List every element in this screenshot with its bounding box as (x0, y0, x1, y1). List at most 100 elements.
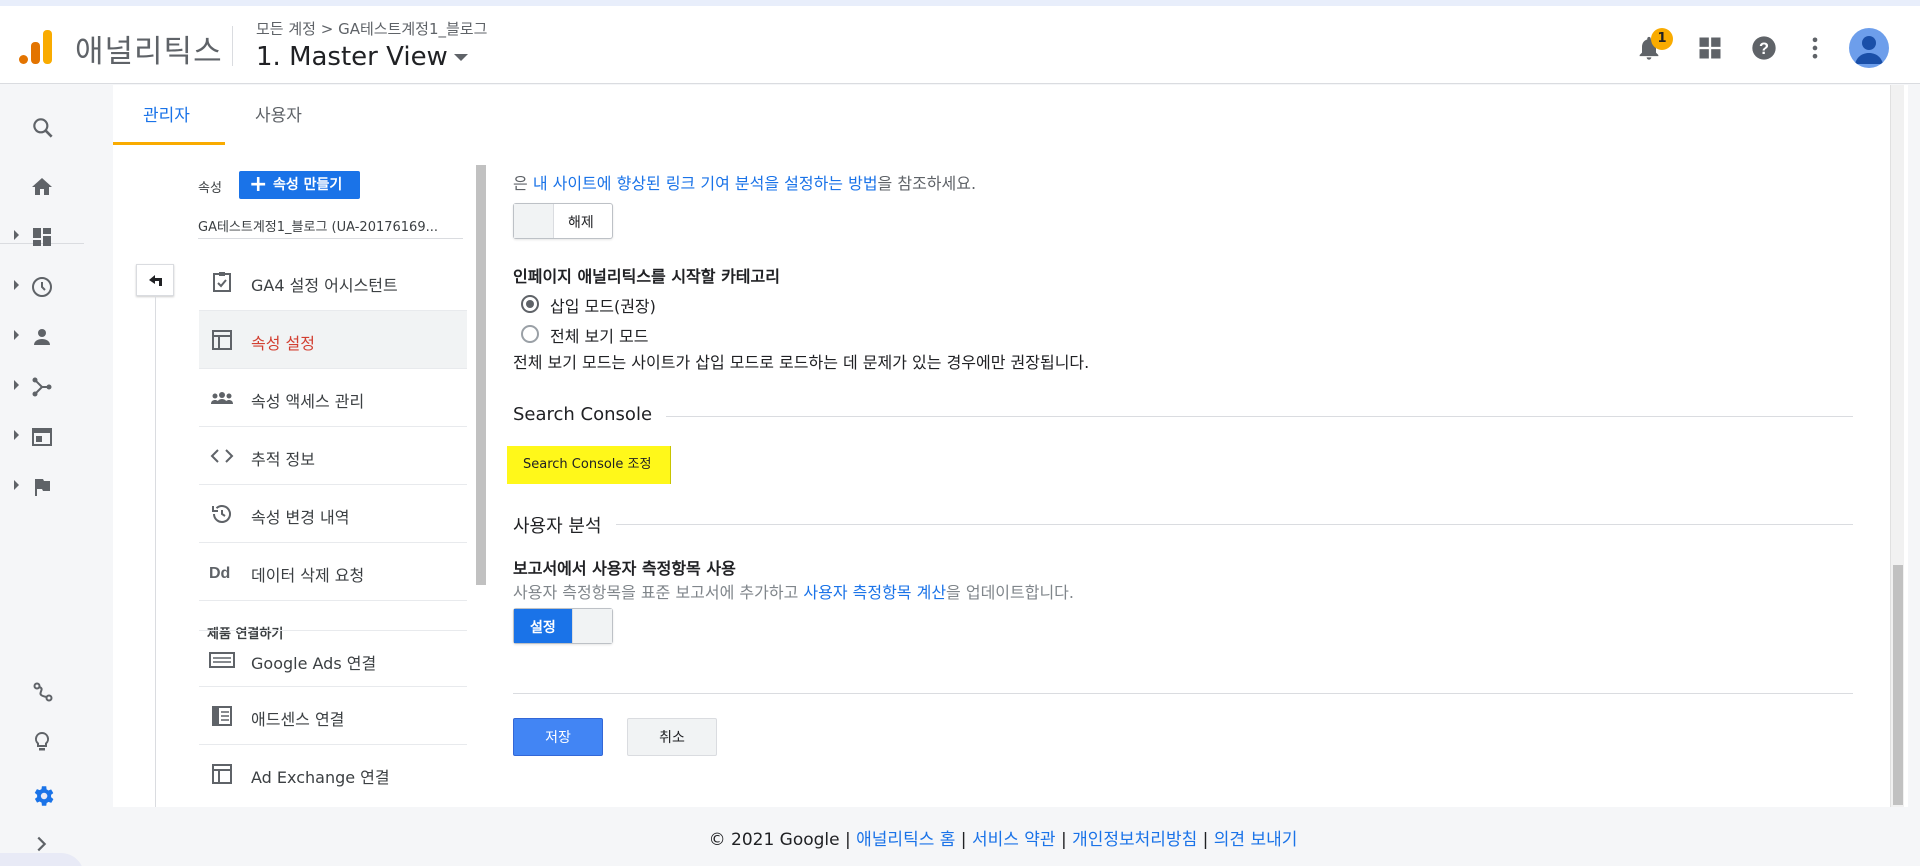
expand-arrow-icon (14, 280, 19, 290)
menu-item-label: Google Ads 연결 (251, 654, 377, 673)
search-console-title: Search Console (513, 404, 667, 425)
menu-property-settings[interactable]: 속성 설정 (199, 311, 467, 369)
radio-embedded-mode[interactable] (521, 295, 539, 313)
data-deletion-icon: Dd (209, 565, 230, 582)
create-property-label: 속성 만들기 (273, 177, 343, 193)
analytics-logo[interactable] (18, 28, 54, 66)
plus-icon: + (249, 172, 268, 197)
footer-link-feedback[interactable]: 의견 보내기 (1214, 830, 1298, 850)
attribution-icon (33, 682, 53, 702)
user-metric-calc-link[interactable]: 사용자 측정항목 계산 (803, 583, 946, 602)
rail-audience[interactable] (0, 315, 84, 355)
brand-name: 애널리틱스 (75, 34, 223, 70)
toggle-knob (572, 609, 612, 643)
account-icon (1855, 36, 1883, 64)
expand-arrow-icon (14, 480, 19, 490)
menu-item-label: 속성 액세스 관리 (251, 392, 365, 411)
tab-admin[interactable]: 관리자 (143, 101, 190, 126)
svg-text:?: ? (1759, 40, 1769, 58)
apps-grid-icon[interactable] (1696, 34, 1724, 62)
adjust-search-console-button[interactable]: Search Console 조정 (507, 446, 671, 484)
scrollbar-thumb[interactable] (1893, 565, 1903, 805)
menu-item-label: 속성 변경 내역 (251, 508, 350, 527)
desc-prefix: 사용자 측정항목을 표준 보고서에 추가하고 (513, 583, 804, 602)
content-scrollbar[interactable] (1890, 85, 1904, 807)
user-metric-description: 사용자 측정항목을 표준 보고서에 추가하고 사용자 측정항목 계산을 업데이트… (513, 579, 1074, 603)
property-selector[interactable]: GA테스트계정1_블로그 (UA-20176169... (198, 216, 448, 235)
menu-tracking-info[interactable]: 추적 정보 (199, 427, 467, 485)
rail-behavior[interactable] (0, 415, 84, 455)
behavior-icon (32, 428, 52, 446)
rail-realtime[interactable] (0, 265, 84, 305)
create-property-button[interactable]: + 속성 만들기 (239, 171, 360, 199)
user-analysis-title: 사용자 분석 (513, 512, 616, 538)
footer-sep: | (1055, 830, 1073, 850)
footer: © 2021 Google | 애널리틱스 홈 | 서비스 약관 | 개인정보처… (0, 825, 1920, 850)
clipboard-check-icon (213, 272, 231, 292)
more-vert-icon[interactable] (1801, 34, 1829, 62)
rail-attribution[interactable] (0, 670, 84, 710)
toggle-label: 해제 (568, 215, 594, 231)
save-button[interactable]: 저장 (513, 718, 603, 756)
menu-adsense-link[interactable]: 애드센스 연결 (199, 687, 467, 745)
dashboard-icon (33, 228, 51, 246)
menu-google-ads-link[interactable]: Google Ads 연결 (199, 630, 467, 687)
rail-search[interactable] (0, 105, 84, 145)
menu-property-access[interactable]: 속성 액세스 관리 (199, 369, 467, 427)
back-button[interactable] (136, 264, 174, 296)
link-attribution-note: 은 내 사이트에 향상된 링크 기여 분석을 설정하는 방법을 참조하세요. (513, 170, 976, 194)
footer-link-terms[interactable]: 서비스 약관 (972, 830, 1056, 850)
tab-user[interactable]: 사용자 (255, 101, 302, 126)
link-attribution-help-link[interactable]: 내 사이트에 향상된 링크 기여 분석을 설정하는 방법 (533, 174, 878, 193)
footer-sep: | (955, 830, 972, 850)
avatar[interactable] (1849, 28, 1889, 68)
footer-link-privacy[interactable]: 개인정보처리방침 (1072, 830, 1197, 850)
clock-icon (32, 277, 52, 297)
radio-full-view-mode[interactable] (521, 325, 539, 343)
menu-data-deletion[interactable]: Dd 데이터 삭제 요청 (199, 543, 467, 601)
menu-item-label: 추적 정보 (251, 450, 315, 469)
clipped-text-row (513, 157, 1853, 167)
cancel-button[interactable]: 취소 (627, 718, 717, 756)
user-analysis-divider (513, 524, 1853, 525)
rail-customization[interactable] (0, 215, 84, 255)
lightbulb-icon (34, 731, 50, 751)
user-metric-toggle[interactable]: 설정 (513, 608, 613, 644)
person-icon (34, 329, 50, 345)
nav-scrollbar[interactable] (476, 165, 486, 585)
breadcrumb[interactable]: 모든 계정 > GA테스트계정1_블로그 (256, 18, 487, 39)
menu-item-label: 데이터 삭제 요청 (251, 566, 365, 585)
expand-arrow-icon (14, 430, 19, 440)
menu-item-label: Ad Exchange 연결 (251, 768, 390, 787)
rail-discover[interactable] (0, 720, 84, 760)
menu-ga4-setup-assistant[interactable]: GA4 설정 어시스턴트 (199, 253, 467, 311)
inpage-note: 전체 보기 모드는 사이트가 삽입 모드로 로드하는 데 문제가 있는 경우에만… (513, 353, 1090, 372)
flag-icon (35, 478, 50, 496)
link-attribution-toggle[interactable]: 해제 (513, 203, 613, 239)
code-icon (210, 449, 234, 463)
radio-embedded-label: 삽입 모드(권장) (550, 297, 656, 316)
rail-conversions[interactable] (0, 465, 84, 505)
rail-admin[interactable] (0, 773, 84, 813)
view-name: 1. Master View (256, 42, 448, 72)
people-icon (211, 392, 233, 404)
menu-ad-exchange-link[interactable]: Ad Exchange 연결 (199, 745, 467, 807)
rail-home[interactable] (0, 165, 84, 205)
ads-link-icon (209, 652, 235, 668)
menu-item-label: GA4 설정 어시스턴트 (251, 276, 398, 295)
search-icon (33, 118, 53, 138)
expand-arrow-icon (14, 330, 19, 340)
property-label: 속성 (198, 181, 222, 196)
property-divider (198, 238, 463, 239)
footer-link-analytics-home[interactable]: 애널리틱스 홈 (856, 830, 955, 850)
menu-item-label: 애드센스 연결 (251, 710, 345, 729)
history-icon (212, 505, 231, 523)
chevron-down-icon (453, 54, 468, 61)
view-selector[interactable]: 1. Master View (256, 42, 468, 72)
menu-change-history[interactable]: 속성 변경 내역 (199, 485, 467, 543)
active-tab-underline (113, 142, 225, 145)
nav-tree-line (155, 296, 156, 807)
help-icon[interactable]: ? (1750, 34, 1778, 62)
rail-acquisition[interactable] (0, 365, 84, 405)
expand-arrow-icon (14, 230, 19, 240)
